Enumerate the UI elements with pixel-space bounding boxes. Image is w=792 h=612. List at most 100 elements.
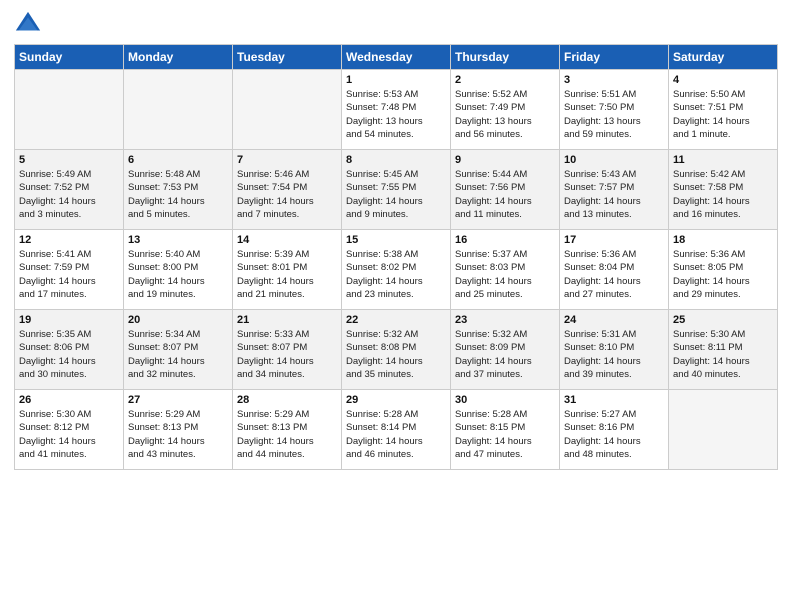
day-cell: 3 Sunrise: 5:51 AMSunset: 7:50 PMDaylight… [560, 70, 669, 150]
day-info: Sunrise: 5:36 AMSunset: 8:04 PMDaylight:… [564, 248, 664, 301]
day-info: Sunrise: 5:40 AMSunset: 8:00 PMDaylight:… [128, 248, 228, 301]
day-number: 30 [455, 394, 555, 406]
day-cell: 24Sunrise: 5:31 AMSunset: 8:10 PMDayligh… [560, 310, 669, 390]
day-number: 29 [346, 394, 446, 406]
day-info: Sunrise: 5:46 AMSunset: 7:54 PMDaylight:… [237, 168, 337, 221]
day-info: Sunrise: 5:27 AMSunset: 8:16 PMDaylight:… [564, 408, 664, 461]
day-cell [669, 390, 778, 470]
day-number: 8 [346, 154, 446, 166]
day-cell: 5Sunrise: 5:49 AMSunset: 7:52 PMDaylight… [15, 150, 124, 230]
day-info: Sunrise: 5:48 AMSunset: 7:53 PMDaylight:… [128, 168, 228, 221]
day-cell: 4Sunrise: 5:50 AMSunset: 7:51 PMDaylight… [669, 70, 778, 150]
day-cell: 21 Sunrise: 5:33 AMSunset: 8:07 PMDayligh… [233, 310, 342, 390]
day-number: 20 [128, 314, 228, 326]
header-row: SundayMondayTuesdayWednesdayThursdayFrid… [15, 45, 778, 70]
day-number: 10 [564, 154, 664, 166]
page: SundayMondayTuesdayWednesdayThursdayFrid… [0, 0, 792, 612]
day-info: Sunrise: 5:37 AMSunset: 8:03 PMDaylight:… [455, 248, 555, 301]
day-cell: 27Sunrise: 5:29 AMSunset: 8:13 PMDayligh… [124, 390, 233, 470]
calendar: SundayMondayTuesdayWednesdayThursdayFrid… [14, 44, 778, 470]
day-cell: 22 Sunrise: 5:32 AMSunset: 8:08 PMDayligh… [342, 310, 451, 390]
day-number: 14 [237, 234, 337, 246]
day-cell: 31 Sunrise: 5:27 AMSunset: 8:16 PMDayligh… [560, 390, 669, 470]
day-info: Sunrise: 5:33 AMSunset: 8:07 PMDaylight:… [237, 328, 337, 381]
day-number: 7 [237, 154, 337, 166]
header [14, 10, 778, 38]
calendar-body: 1 Sunrise: 5:53 AMSunset: 7:48 PMDaylight… [15, 70, 778, 470]
week-row: 1 Sunrise: 5:53 AMSunset: 7:48 PMDaylight… [15, 70, 778, 150]
day-info: Sunrise: 5:39 AMSunset: 8:01 PMDaylight:… [237, 248, 337, 301]
day-cell: 15 Sunrise: 5:38 AMSunset: 8:02 PMDayligh… [342, 230, 451, 310]
day-of-week-saturday: Saturday [669, 45, 778, 70]
day-info: Sunrise: 5:45 AMSunset: 7:55 PMDaylight:… [346, 168, 446, 221]
day-info: Sunrise: 5:53 AMSunset: 7:48 PMDaylight:… [346, 88, 446, 141]
day-cell: 17 Sunrise: 5:36 AMSunset: 8:04 PMDayligh… [560, 230, 669, 310]
day-number: 11 [673, 154, 773, 166]
day-number: 3 [564, 74, 664, 86]
day-cell [124, 70, 233, 150]
day-info: Sunrise: 5:35 AMSunset: 8:06 PMDaylight:… [19, 328, 119, 381]
week-row: 19Sunrise: 5:35 AMSunset: 8:06 PMDayligh… [15, 310, 778, 390]
day-of-week-tuesday: Tuesday [233, 45, 342, 70]
day-cell: 26 Sunrise: 5:30 AMSunset: 8:12 PMDayligh… [15, 390, 124, 470]
day-number: 22 [346, 314, 446, 326]
day-number: 16 [455, 234, 555, 246]
day-of-week-thursday: Thursday [451, 45, 560, 70]
day-number: 21 [237, 314, 337, 326]
day-cell: 2 Sunrise: 5:52 AMSunset: 7:49 PMDaylight… [451, 70, 560, 150]
day-of-week-monday: Monday [124, 45, 233, 70]
day-number: 26 [19, 394, 119, 406]
day-number: 4 [673, 74, 773, 86]
week-row: 12 Sunrise: 5:41 AMSunset: 7:59 PMDayligh… [15, 230, 778, 310]
day-number: 17 [564, 234, 664, 246]
day-info: Sunrise: 5:43 AMSunset: 7:57 PMDaylight:… [564, 168, 664, 221]
day-cell: 25Sunrise: 5:30 AMSunset: 8:11 PMDayligh… [669, 310, 778, 390]
day-cell: 20Sunrise: 5:34 AMSunset: 8:07 PMDayligh… [124, 310, 233, 390]
day-cell [233, 70, 342, 150]
day-number: 18 [673, 234, 773, 246]
day-number: 13 [128, 234, 228, 246]
day-cell: 14 Sunrise: 5:39 AMSunset: 8:01 PMDayligh… [233, 230, 342, 310]
day-cell: 10 Sunrise: 5:43 AMSunset: 7:57 PMDayligh… [560, 150, 669, 230]
day-number: 12 [19, 234, 119, 246]
day-cell: 18 Sunrise: 5:36 AMSunset: 8:05 PMDayligh… [669, 230, 778, 310]
day-number: 1 [346, 74, 446, 86]
day-number: 6 [128, 154, 228, 166]
day-number: 31 [564, 394, 664, 406]
week-row: 26 Sunrise: 5:30 AMSunset: 8:12 PMDayligh… [15, 390, 778, 470]
day-cell: 12 Sunrise: 5:41 AMSunset: 7:59 PMDayligh… [15, 230, 124, 310]
calendar-header: SundayMondayTuesdayWednesdayThursdayFrid… [15, 45, 778, 70]
day-info: Sunrise: 5:29 AMSunset: 8:13 PMDaylight:… [237, 408, 337, 461]
day-info: Sunrise: 5:51 AMSunset: 7:50 PMDaylight:… [564, 88, 664, 141]
week-row: 5Sunrise: 5:49 AMSunset: 7:52 PMDaylight… [15, 150, 778, 230]
day-info: Sunrise: 5:36 AMSunset: 8:05 PMDaylight:… [673, 248, 773, 301]
day-info: Sunrise: 5:30 AMSunset: 8:11 PMDaylight:… [673, 328, 773, 381]
day-cell: 9 Sunrise: 5:44 AMSunset: 7:56 PMDaylight… [451, 150, 560, 230]
day-info: Sunrise: 5:32 AMSunset: 8:08 PMDaylight:… [346, 328, 446, 381]
day-number: 27 [128, 394, 228, 406]
day-info: Sunrise: 5:30 AMSunset: 8:12 PMDaylight:… [19, 408, 119, 461]
day-cell: 28Sunrise: 5:29 AMSunset: 8:13 PMDayligh… [233, 390, 342, 470]
day-cell: 16 Sunrise: 5:37 AMSunset: 8:03 PMDayligh… [451, 230, 560, 310]
day-number: 9 [455, 154, 555, 166]
day-cell: 30Sunrise: 5:28 AMSunset: 8:15 PMDayligh… [451, 390, 560, 470]
day-number: 15 [346, 234, 446, 246]
day-info: Sunrise: 5:49 AMSunset: 7:52 PMDaylight:… [19, 168, 119, 221]
day-cell: 1 Sunrise: 5:53 AMSunset: 7:48 PMDaylight… [342, 70, 451, 150]
day-cell: 23Sunrise: 5:32 AMSunset: 8:09 PMDayligh… [451, 310, 560, 390]
day-info: Sunrise: 5:52 AMSunset: 7:49 PMDaylight:… [455, 88, 555, 141]
day-cell: 7 Sunrise: 5:46 AMSunset: 7:54 PMDaylight… [233, 150, 342, 230]
day-info: Sunrise: 5:32 AMSunset: 8:09 PMDaylight:… [455, 328, 555, 381]
day-number: 2 [455, 74, 555, 86]
day-cell: 19Sunrise: 5:35 AMSunset: 8:06 PMDayligh… [15, 310, 124, 390]
day-info: Sunrise: 5:44 AMSunset: 7:56 PMDaylight:… [455, 168, 555, 221]
day-cell: 6 Sunrise: 5:48 AMSunset: 7:53 PMDaylight… [124, 150, 233, 230]
day-of-week-friday: Friday [560, 45, 669, 70]
day-info: Sunrise: 5:41 AMSunset: 7:59 PMDaylight:… [19, 248, 119, 301]
day-info: Sunrise: 5:38 AMSunset: 8:02 PMDaylight:… [346, 248, 446, 301]
day-cell: 8 Sunrise: 5:45 AMSunset: 7:55 PMDaylight… [342, 150, 451, 230]
day-cell: 11 Sunrise: 5:42 AMSunset: 7:58 PMDayligh… [669, 150, 778, 230]
day-of-week-sunday: Sunday [15, 45, 124, 70]
day-info: Sunrise: 5:42 AMSunset: 7:58 PMDaylight:… [673, 168, 773, 221]
day-cell: 13 Sunrise: 5:40 AMSunset: 8:00 PMDayligh… [124, 230, 233, 310]
